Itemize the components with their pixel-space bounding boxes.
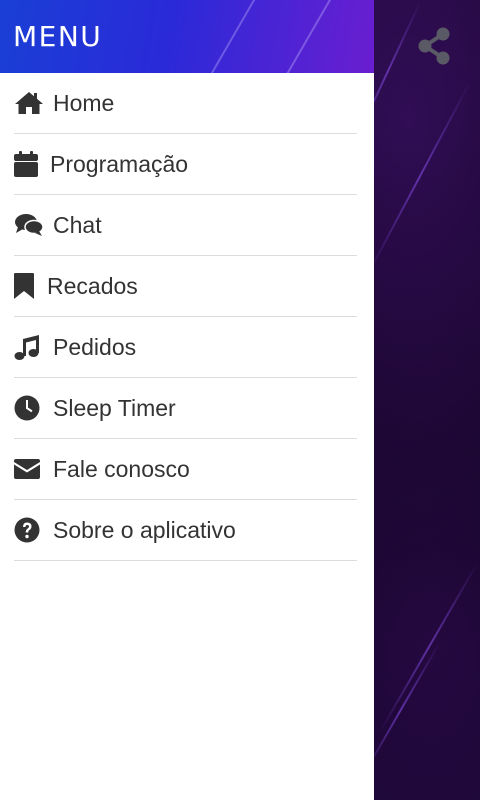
chat-icon	[14, 210, 44, 240]
share-button[interactable]	[414, 26, 454, 66]
menu-item-label: Recados	[47, 272, 138, 299]
app-screen: MENU Home Programação Chat Recados Pedid…	[0, 0, 480, 800]
menu-list: Home Programação Chat Recados Pedidos Sl…	[0, 73, 374, 561]
bookmark-icon	[14, 271, 44, 301]
navigation-drawer: MENU Home Programação Chat Recados Pedid…	[0, 0, 374, 800]
menu-item-label: Sobre o aplicativo	[53, 516, 236, 543]
share-icon	[418, 27, 450, 65]
header-streak	[200, 0, 262, 73]
clock-icon	[14, 393, 44, 423]
home-icon	[14, 88, 44, 118]
menu-item-pedidos[interactable]: Pedidos	[14, 317, 357, 378]
menu-item-chat[interactable]: Chat	[14, 195, 357, 256]
menu-item-sobre[interactable]: Sobre o aplicativo	[14, 500, 357, 561]
calendar-icon	[14, 149, 44, 179]
menu-item-home[interactable]: Home	[14, 73, 357, 134]
background-streak	[366, 80, 472, 276]
menu-item-sleep-timer[interactable]: Sleep Timer	[14, 378, 357, 439]
menu-item-label: Programação	[50, 150, 189, 177]
menu-item-label: Pedidos	[53, 333, 137, 360]
menu-item-fale-conosco[interactable]: Fale conosco	[14, 439, 357, 500]
menu-item-label: Fale conosco	[53, 455, 190, 482]
background-streak	[378, 560, 480, 735]
drawer-header: MENU	[0, 0, 374, 73]
envelope-icon	[14, 454, 44, 484]
help-icon	[14, 515, 44, 545]
header-streak	[270, 0, 332, 73]
menu-item-programacao[interactable]: Programação	[14, 134, 357, 195]
menu-item-label: Sleep Timer	[53, 394, 176, 421]
menu-item-label: Chat	[53, 211, 102, 238]
music-icon	[14, 332, 44, 362]
menu-item-label: Home	[53, 89, 115, 116]
drawer-title: MENU	[13, 20, 103, 53]
menu-item-recados[interactable]: Recados	[14, 256, 357, 317]
